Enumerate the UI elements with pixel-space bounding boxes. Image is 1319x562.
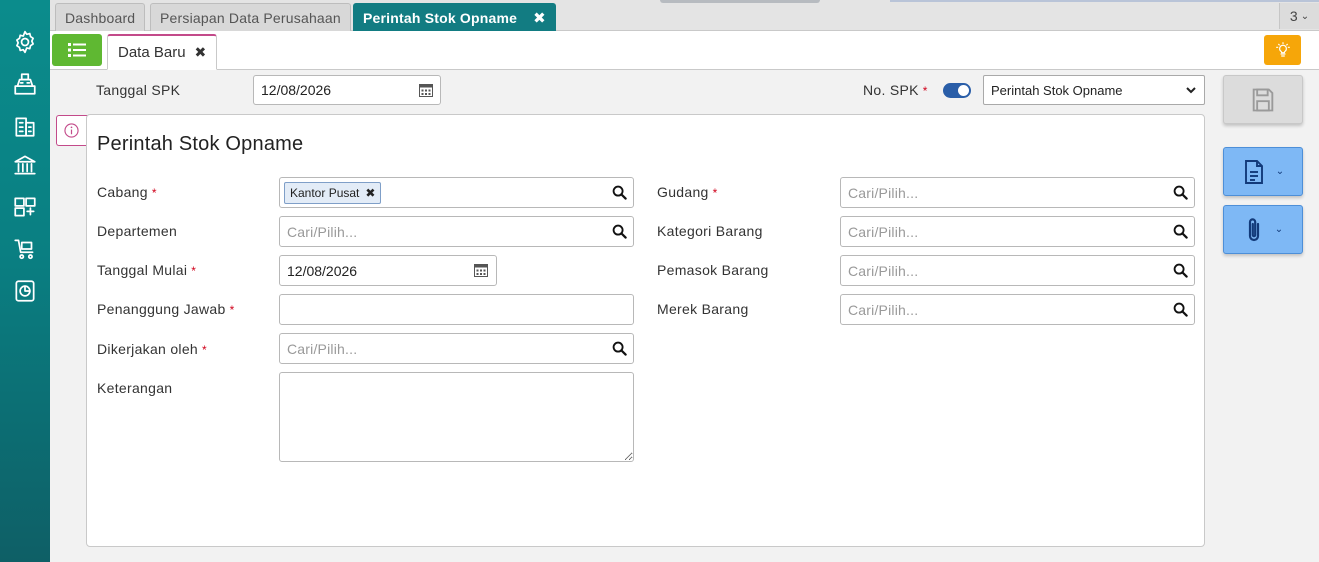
tanggal-mulai-value: 12/08/2026: [287, 262, 358, 279]
subtab-label: Data Baru: [118, 44, 186, 61]
keterangan-label: Keterangan: [97, 380, 173, 396]
pemasok-barang-label: Pemasok Barang: [657, 262, 769, 278]
tab-count: 3: [1289, 8, 1298, 24]
pemasok-barang-input[interactable]: Cari/Pilih...: [840, 255, 1195, 286]
chevron-down-icon: ⌄: [1300, 10, 1310, 22]
calendar-icon[interactable]: [419, 83, 433, 97]
gudang-placeholder: Cari/Pilih...: [848, 184, 919, 201]
decorative-swoosh: [660, 0, 820, 3]
list-menu-button[interactable]: [52, 34, 102, 66]
building-icon[interactable]: [11, 112, 39, 140]
open-tabs-counter[interactable]: 3 ⌄: [1279, 3, 1319, 29]
tab-label: Dashboard: [65, 9, 136, 26]
decorative-line: [890, 0, 1319, 2]
tab-label: Perintah Stok Opname: [363, 9, 518, 26]
penanggung-jawab-input[interactable]: [279, 294, 634, 325]
required-mark: *: [191, 264, 197, 278]
save-icon: [1252, 88, 1274, 111]
bank-icon[interactable]: [11, 151, 39, 179]
departemen-input[interactable]: Cari/Pilih...: [279, 216, 634, 247]
sidebar: [0, 0, 50, 562]
list-icon: [68, 43, 86, 57]
no-spk-label: No. SPK *: [863, 82, 928, 98]
dikerjakan-oleh-label: Dikerjakan oleh *: [97, 341, 207, 357]
chevron-down-icon: ⌄: [1275, 166, 1285, 177]
calendar-icon[interactable]: [474, 263, 488, 277]
required-mark: *: [229, 303, 235, 317]
tanggal-mulai-input[interactable]: 12/08/2026: [279, 255, 497, 286]
document-icon: [1244, 159, 1263, 184]
remove-chip-icon[interactable]: ✖: [365, 186, 375, 200]
kategori-barang-placeholder: Cari/Pilih...: [848, 223, 919, 240]
gudang-label: Gudang *: [657, 184, 718, 200]
search-icon[interactable]: [612, 341, 627, 356]
paperclip-icon: [1248, 217, 1259, 241]
inventory-icon[interactable]: [11, 193, 39, 221]
search-icon[interactable]: [612, 185, 627, 200]
tab-dashboard[interactable]: Dashboard: [55, 3, 146, 31]
search-icon[interactable]: [1173, 302, 1188, 317]
form-card: Perintah Stok Opname Cabang * Kantor Pusa…: [86, 114, 1205, 547]
required-mark: *: [202, 343, 207, 357]
cart-icon[interactable]: [11, 235, 39, 263]
content-area: Tanggal SPK 12/08/2026 No. SPK * Perintah…: [50, 70, 1319, 562]
save-button[interactable]: [1223, 75, 1303, 124]
gudang-input[interactable]: Cari/Pilih...: [840, 177, 1195, 208]
dikerjakan-oleh-input[interactable]: Cari/Pilih...: [279, 333, 634, 364]
tab-perintah-stok-opname[interactable]: Perintah Stok Opname ✖: [353, 3, 556, 31]
merek-barang-label: Merek Barang: [657, 301, 749, 317]
no-spk-select[interactable]: Perintah Stok Opname: [983, 75, 1205, 105]
kategori-barang-label: Kategori Barang: [657, 223, 763, 239]
chevron-down-icon: ⌄: [1274, 224, 1284, 235]
close-icon[interactable]: ✖: [533, 9, 546, 27]
search-icon[interactable]: [612, 224, 627, 239]
tanggal-spk-input[interactable]: 12/08/2026: [253, 75, 441, 105]
document-menu-button[interactable]: ⌄: [1223, 147, 1303, 196]
close-icon[interactable]: ✖: [195, 44, 207, 61]
tips-button[interactable]: [1264, 35, 1301, 65]
cash-register-icon[interactable]: [11, 70, 39, 98]
required-mark: *: [151, 186, 157, 200]
search-icon[interactable]: [1173, 224, 1188, 239]
tanggal-spk-label: Tanggal SPK: [96, 82, 181, 98]
top-tab-bar: Dashboard Persiapan Data Perusahaan Peri…: [50, 0, 1319, 31]
gear-icon[interactable]: [11, 28, 39, 56]
search-icon[interactable]: [1173, 263, 1188, 278]
chevron-down-icon: [1186, 87, 1196, 94]
info-icon: [64, 123, 79, 138]
tab-data-baru[interactable]: Data Baru ✖: [107, 34, 218, 70]
tab-label: Persiapan Data Perusahaan: [160, 9, 341, 26]
merek-barang-input[interactable]: Cari/Pilih...: [840, 294, 1195, 325]
report-icon[interactable]: [11, 277, 39, 305]
tanggal-mulai-label: Tanggal Mulai *: [97, 262, 197, 278]
kategori-barang-input[interactable]: Cari/Pilih...: [840, 216, 1195, 247]
cabang-input[interactable]: Kantor Pusat ✖: [279, 177, 634, 208]
auto-number-toggle[interactable]: [943, 83, 971, 98]
no-spk-selected: Perintah Stok Opname: [991, 82, 1123, 98]
cabang-chip: Kantor Pusat ✖: [284, 181, 382, 204]
lightbulb-icon: [1275, 42, 1290, 57]
search-icon[interactable]: [1173, 185, 1188, 200]
cabang-label: Cabang *: [97, 184, 157, 200]
info-tab[interactable]: [56, 115, 90, 146]
merek-barang-placeholder: Cari/Pilih...: [848, 301, 919, 318]
tab-persiapan-data-perusahaan[interactable]: Persiapan Data Perusahaan: [150, 3, 351, 31]
keterangan-textarea[interactable]: [279, 372, 634, 462]
departemen-label: Departemen: [97, 223, 178, 239]
tanggal-spk-value: 12/08/2026: [261, 82, 332, 98]
penanggung-jawab-label: Penanggung Jawab *: [97, 301, 235, 317]
required-mark: *: [922, 84, 928, 98]
attachment-menu-button[interactable]: ⌄: [1223, 205, 1303, 254]
departemen-placeholder: Cari/Pilih...: [287, 223, 358, 240]
required-mark: *: [712, 186, 718, 200]
pemasok-barang-placeholder: Cari/Pilih...: [848, 262, 919, 279]
sub-tab-bar: Data Baru ✖: [50, 31, 1319, 70]
form-title: Perintah Stok Opname: [97, 133, 304, 155]
dikerjakan-oleh-placeholder: Cari/Pilih...: [287, 340, 358, 357]
